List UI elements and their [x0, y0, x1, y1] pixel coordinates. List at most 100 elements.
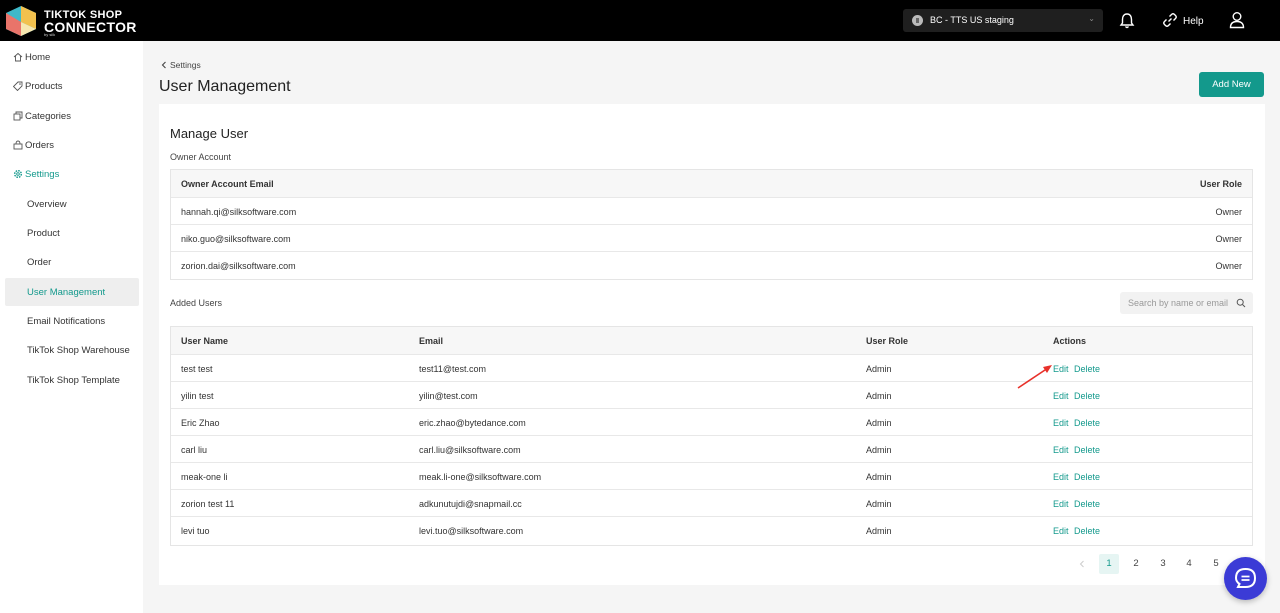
- pagination-prev-button[interactable]: [1072, 554, 1092, 574]
- user-role: Admin: [866, 364, 892, 374]
- help-label: Help: [1183, 16, 1204, 27]
- edit-link[interactable]: Edit: [1053, 472, 1069, 482]
- user-email: eric.zhao@bytedance.com: [419, 418, 526, 428]
- pagination-page-5[interactable]: 5: [1206, 554, 1226, 574]
- tag-icon: [13, 81, 23, 91]
- sidebar-subitem-tiktok-shop-warehouse[interactable]: TikTok Shop Warehouse: [5, 336, 139, 364]
- header-user-role: User Role: [1199, 179, 1242, 189]
- user-name: test test: [181, 364, 213, 374]
- edit-link[interactable]: Edit: [1053, 418, 1069, 428]
- header-email: Email: [419, 336, 444, 346]
- user-email: levi.tuo@silksoftware.com: [419, 526, 524, 536]
- store-icon: [912, 15, 923, 26]
- added-users-label: Added Users: [170, 298, 223, 308]
- user-role: Admin: [866, 499, 892, 509]
- sidebar-item-categories[interactable]: Categories: [0, 102, 143, 130]
- header-user-role: User Role: [866, 336, 909, 346]
- sidebar-subitem-email-notifications[interactable]: Email Notifications: [5, 307, 139, 335]
- pagination-page-2[interactable]: 2: [1126, 554, 1146, 574]
- sidebar-item-orders[interactable]: Orders: [0, 131, 143, 159]
- delete-link[interactable]: Delete: [1074, 418, 1100, 428]
- search-input[interactable]: [1128, 296, 1233, 310]
- delete-link[interactable]: Delete: [1074, 364, 1100, 374]
- search-icon[interactable]: [1236, 298, 1246, 308]
- header-owner-email: Owner Account Email: [181, 179, 274, 189]
- logo-cube-icon: [6, 6, 36, 36]
- sidebar-subitem-user-management[interactable]: User Management: [5, 278, 139, 306]
- add-new-button[interactable]: Add New: [1199, 72, 1264, 97]
- user-search[interactable]: [1120, 292, 1253, 314]
- app-logo[interactable]: TIKTOK SHOP CONNECTOR by silk: [4, 4, 136, 38]
- user-email: adkunutujdi@snapmail.cc: [419, 499, 522, 509]
- manage-user-card: Manage User Owner Account Owner Account …: [159, 104, 1265, 585]
- page-title: User Management: [159, 78, 291, 95]
- home-icon: [13, 52, 23, 62]
- owner-email: niko.guo@silksoftware.com: [181, 234, 291, 244]
- sidebar-item-settings[interactable]: Settings: [0, 160, 143, 188]
- user-email: yilin@test.com: [419, 391, 478, 401]
- logo-wordmark: TIKTOK SHOP CONNECTOR: [44, 9, 137, 35]
- chevron-left-icon: [1079, 560, 1084, 568]
- edit-link[interactable]: Edit: [1053, 526, 1069, 536]
- user-role: Admin: [866, 445, 892, 455]
- sidebar-item-home[interactable]: Home: [0, 43, 143, 71]
- top-bar: TIKTOK SHOP CONNECTOR by silk BC - TTS U…: [0, 0, 1280, 41]
- delete-link[interactable]: Delete: [1074, 526, 1100, 536]
- sidebar-subitem-order[interactable]: Order: [5, 248, 139, 276]
- owner-account-label: Owner Account: [170, 152, 232, 162]
- header-user-name: User Name: [181, 336, 229, 346]
- edit-link[interactable]: Edit: [1053, 445, 1069, 455]
- sidebar: Home Products Categories Orders Settings…: [0, 41, 143, 613]
- delete-link[interactable]: Delete: [1074, 391, 1100, 401]
- user-email: carl.liu@silksoftware.com: [419, 445, 521, 455]
- owner-email: hannah.qi@silksoftware.com: [181, 207, 297, 217]
- pagination-page-1[interactable]: 1: [1099, 554, 1119, 574]
- user-name: meak-one li: [181, 472, 228, 482]
- user-role: Admin: [866, 472, 892, 482]
- orders-icon: [13, 140, 23, 150]
- store-selector[interactable]: BC - TTS US staging ⌄: [903, 9, 1103, 32]
- edit-link[interactable]: Edit: [1053, 499, 1069, 509]
- table-row: niko.guo@silksoftware.com Owner: [171, 224, 1252, 251]
- owner-role: Owner: [1215, 234, 1242, 244]
- table-row: hannah.qi@silksoftware.com Owner: [171, 197, 1252, 224]
- table-row: carl liu carl.liu@silksoftware.com Admin…: [171, 435, 1252, 462]
- chevron-left-icon: [161, 61, 166, 69]
- delete-link[interactable]: Delete: [1074, 472, 1100, 482]
- user-role: Admin: [866, 391, 892, 401]
- delete-link[interactable]: Delete: [1074, 499, 1100, 509]
- delete-link[interactable]: Delete: [1074, 445, 1100, 455]
- user-name: zorion test 11: [181, 499, 235, 509]
- user-name: levi tuo: [181, 526, 210, 536]
- user-name: Eric Zhao: [181, 418, 220, 428]
- header-actions: Actions: [1053, 336, 1087, 346]
- sidebar-subitem-tiktok-shop-template[interactable]: TikTok Shop Template: [5, 366, 139, 394]
- owner-role: Owner: [1215, 207, 1242, 217]
- gear-icon: [14, 170, 22, 178]
- edit-link[interactable]: Edit: [1053, 364, 1069, 374]
- sidebar-subitem-product[interactable]: Product: [5, 219, 139, 247]
- table-row: yilin test yilin@test.com Admin Edit Del…: [171, 381, 1252, 408]
- owner-table-header: Owner Account Email User Role: [171, 170, 1252, 197]
- users-table-header: User Name Email User Role Actions: [171, 327, 1252, 354]
- pagination-page-3[interactable]: 3: [1153, 554, 1173, 574]
- owner-role: Owner: [1215, 261, 1242, 271]
- table-row: levi tuo levi.tuo@silksoftware.com Admin…: [171, 516, 1252, 543]
- chat-support-button[interactable]: [1224, 557, 1267, 600]
- table-row: meak-one li meak.li-one@silksoftware.com…: [171, 462, 1252, 489]
- chat-icon: [1234, 567, 1257, 588]
- sidebar-subitem-overview[interactable]: Overview: [5, 190, 139, 218]
- user-name: carl liu: [181, 445, 208, 455]
- user-profile-icon[interactable]: [1229, 11, 1245, 29]
- chevron-down-icon: ⌄: [1088, 14, 1095, 23]
- bell-icon[interactable]: [1119, 12, 1135, 30]
- table-row: zorion test 11 adkunutujdi@snapmail.cc A…: [171, 489, 1252, 516]
- pagination-page-4[interactable]: 4: [1179, 554, 1199, 574]
- owner-table: Owner Account Email User Role hannah.qi@…: [170, 169, 1253, 280]
- sidebar-item-products[interactable]: Products: [0, 72, 143, 100]
- categories-icon: [13, 111, 23, 121]
- user-role: Admin: [866, 526, 892, 536]
- breadcrumb-label: Settings: [170, 60, 201, 70]
- user-email: test11@test.com: [419, 364, 486, 374]
- edit-link[interactable]: Edit: [1053, 391, 1069, 401]
